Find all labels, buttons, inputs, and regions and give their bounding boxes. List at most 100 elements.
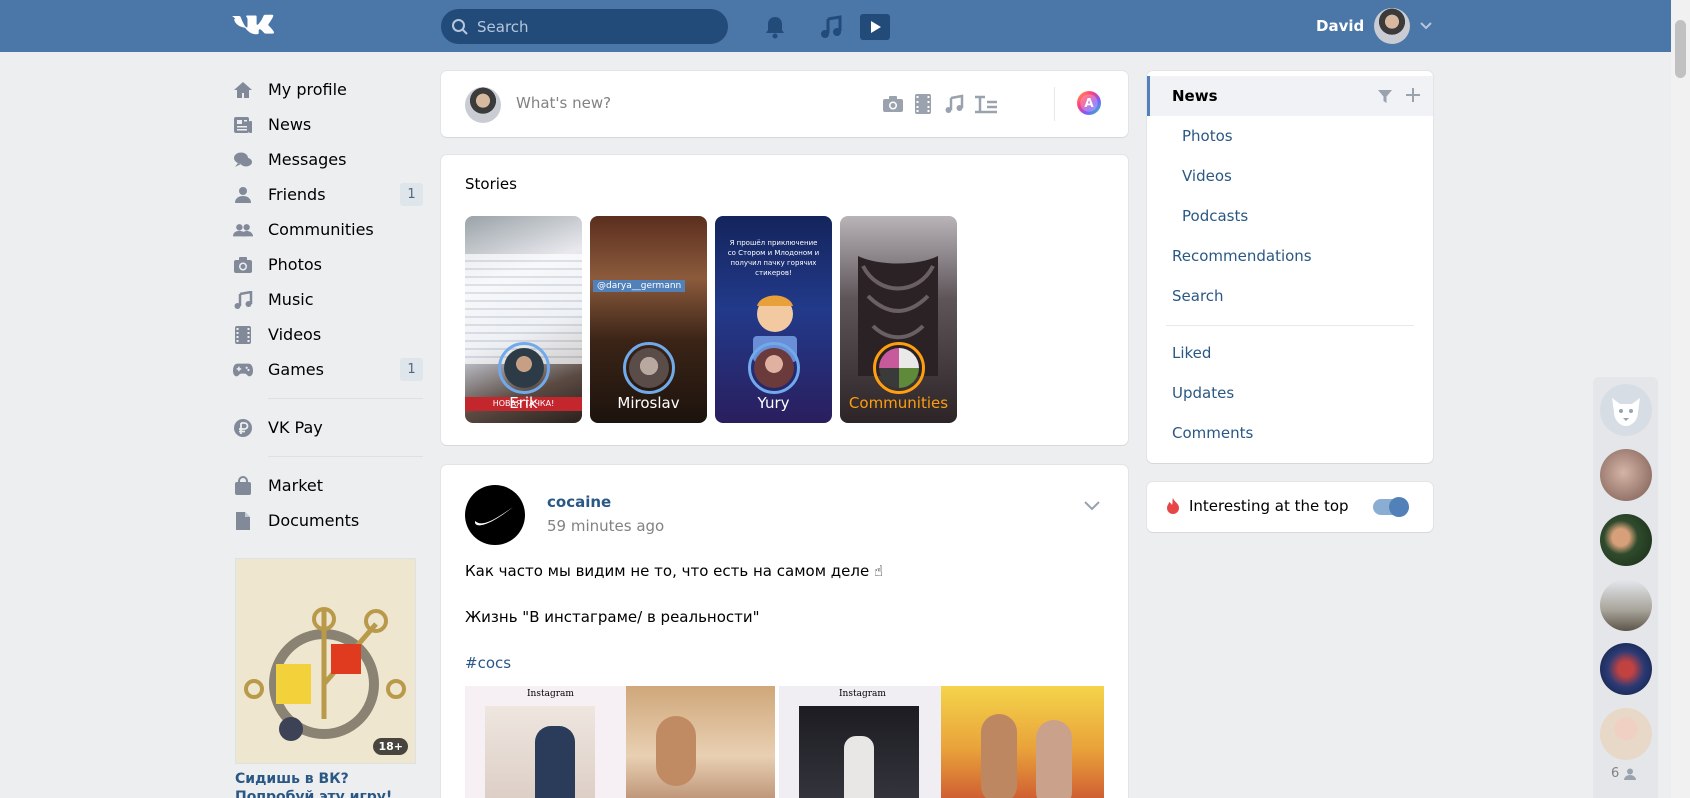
games-count-badge: 1	[400, 358, 423, 381]
post-image[interactable]	[941, 686, 1104, 798]
author-avatar[interactable]	[465, 485, 525, 545]
app-avatar-icon[interactable]: A	[1077, 91, 1101, 115]
game-ad-banner[interactable]: 18+	[235, 558, 416, 764]
nav-item-friends[interactable]: Friends 1	[233, 177, 423, 212]
chat-avatar[interactable]	[1600, 643, 1652, 695]
ad-title-link[interactable]: Сидишь в ВК? Попробуй эту игру!	[235, 770, 425, 798]
nav-item-vk-pay[interactable]: VK Pay	[233, 410, 423, 445]
nav-item-news[interactable]: News	[233, 107, 423, 142]
online-count[interactable]: 6	[1611, 766, 1637, 781]
chat-avatar[interactable]	[1600, 514, 1652, 566]
filter-item-search[interactable]: Search	[1147, 276, 1433, 316]
filter-item-liked[interactable]: Liked	[1147, 333, 1433, 373]
page-scrollbar[interactable]	[1671, 0, 1690, 798]
person-icon	[233, 185, 253, 205]
nav-item-photos[interactable]: Photos	[233, 247, 423, 282]
user-avatar	[1374, 8, 1411, 44]
whats-new-input[interactable]: What's new?	[516, 94, 611, 112]
nav-item-my-profile[interactable]: My profile	[233, 72, 423, 107]
story-erik[interactable]: НОВАЯ ТАЧКА! Erik	[465, 216, 582, 423]
plus-icon[interactable]	[1405, 87, 1421, 107]
nav-label: Market	[268, 476, 323, 495]
nav-item-videos[interactable]: Videos	[233, 317, 423, 352]
filter-item-news[interactable]: News	[1147, 76, 1433, 116]
interesting-toggle[interactable]	[1373, 497, 1409, 517]
nav-label: Games	[268, 360, 324, 379]
chat-avatar-bot[interactable]	[1600, 384, 1652, 436]
music-icon[interactable]	[942, 93, 966, 115]
nav-divider	[268, 456, 423, 457]
play-icon[interactable]	[860, 14, 890, 40]
post-image[interactable]	[626, 686, 775, 798]
search-icon	[452, 18, 468, 35]
chat-avatar[interactable]	[1600, 579, 1652, 631]
filter-item-recommendations[interactable]: Recommendations	[1147, 236, 1433, 276]
online-count-number: 6	[1611, 766, 1620, 781]
story-overlay-text: @darya__germann	[593, 280, 686, 292]
friends-count-badge: 1	[400, 183, 423, 206]
filter-item-comments[interactable]: Comments	[1147, 413, 1433, 453]
music-note-icon[interactable]	[818, 14, 844, 40]
nav-item-games[interactable]: Games 1	[233, 352, 423, 387]
nav-item-music[interactable]: Music	[233, 282, 423, 317]
story-avatar-ring	[498, 342, 550, 394]
music-icon	[233, 290, 253, 310]
filter-item-updates[interactable]: Updates	[1147, 373, 1433, 413]
camera-icon	[233, 255, 253, 275]
toggle-knob	[1389, 497, 1409, 517]
article-icon[interactable]	[974, 93, 998, 115]
post-text-line: Как часто мы видим не то, что есть на са…	[465, 562, 884, 580]
chevron-down-icon[interactable]	[1084, 497, 1100, 515]
gamepad-icon	[233, 360, 253, 380]
post-image[interactable]: Instagram	[465, 686, 626, 798]
interesting-at-top-setting: Interesting at the top	[1147, 482, 1433, 532]
camera-icon[interactable]	[881, 93, 905, 115]
nav-item-messages[interactable]: Messages	[233, 142, 423, 177]
nav-item-documents[interactable]: Documents	[233, 503, 423, 538]
person-icon	[1624, 768, 1637, 780]
filter-item-photos[interactable]: Photos	[1147, 116, 1433, 156]
chat-avatar[interactable]	[1600, 449, 1652, 501]
story-yury[interactable]: Я прошёл приключение со Стором и Млодоно…	[715, 216, 832, 423]
nav-label: Communities	[268, 220, 374, 239]
nav-label: Messages	[268, 150, 347, 169]
story-miroslav[interactable]: @darya__germann Miroslav	[590, 216, 707, 423]
nav-label: My profile	[268, 80, 347, 99]
filter-label: News	[1172, 87, 1218, 105]
nav-item-market[interactable]: Market	[233, 468, 423, 503]
bell-icon[interactable]	[762, 14, 788, 40]
post-hashtag-link[interactable]: #cocs	[465, 654, 511, 672]
post-image[interactable]: Instagram	[779, 686, 941, 798]
film-icon	[233, 325, 253, 345]
user-menu[interactable]: David	[1316, 8, 1432, 44]
post-time[interactable]: 59 minutes ago	[547, 517, 664, 535]
filter-funnel-icon[interactable]	[1377, 88, 1393, 108]
age-rating-badge: 18+	[373, 738, 408, 755]
nike-swoosh-icon	[475, 507, 513, 526]
chat-avatar[interactable]	[1600, 708, 1652, 760]
composer-avatar	[465, 87, 501, 123]
top-header: Search David	[0, 0, 1690, 52]
filter-item-videos[interactable]: Videos	[1147, 156, 1433, 196]
post-images[interactable]: Instagram Instagram	[465, 686, 1104, 798]
stories-title: Stories	[465, 175, 517, 193]
story-avatar-ring	[873, 342, 925, 394]
story-name: Yury	[757, 394, 790, 412]
fire-icon	[1166, 497, 1180, 519]
nav-item-communities[interactable]: Communities	[233, 212, 423, 247]
video-icon[interactable]	[911, 93, 935, 115]
nav-divider	[268, 398, 423, 399]
filter-item-podcasts[interactable]: Podcasts	[1147, 196, 1433, 236]
chevron-down-icon	[1420, 22, 1432, 30]
story-communities[interactable]: Communities	[840, 216, 957, 423]
scrollbar-thumb[interactable]	[1675, 20, 1686, 78]
nav-label: Photos	[268, 255, 322, 274]
story-name: Miroslav	[617, 394, 680, 412]
search-input[interactable]: Search	[441, 9, 728, 44]
post-author-link[interactable]: cocaine	[547, 493, 611, 511]
interesting-label: Interesting at the top	[1189, 497, 1349, 515]
vk-logo-icon[interactable]	[232, 11, 276, 41]
post-text-line: Жизнь "В инстаграме/ в реальности"	[465, 608, 760, 626]
bag-icon	[233, 475, 253, 496]
ruble-icon	[233, 418, 253, 438]
